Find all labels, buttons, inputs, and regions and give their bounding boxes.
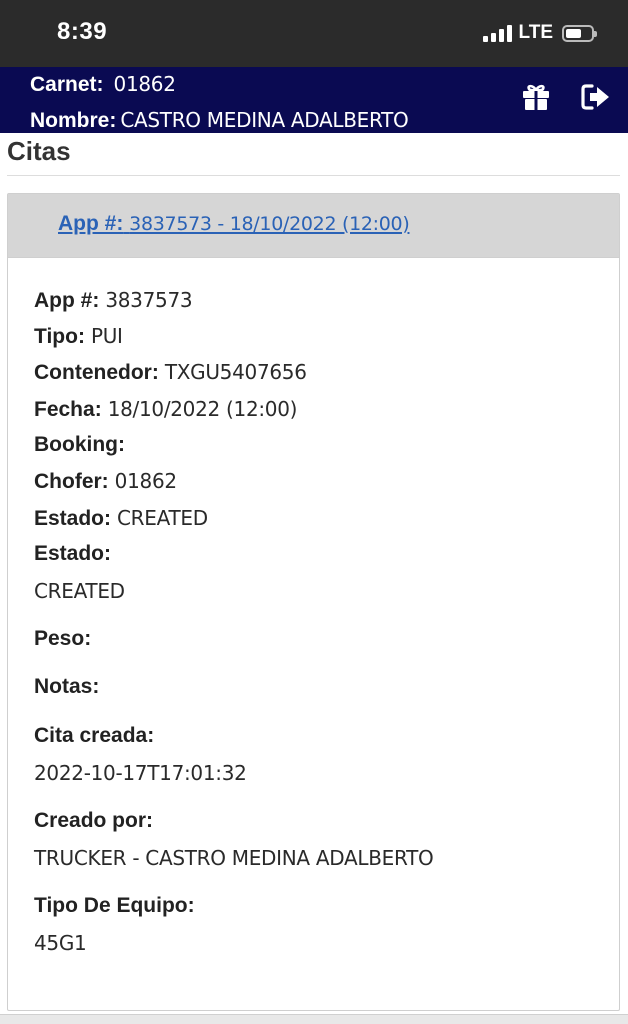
status-indicators: LTE <box>482 22 597 44</box>
field-cita-creada: Cita creada: <box>34 724 154 748</box>
appointment-link-label: App #: <box>58 212 124 235</box>
field-value: PUI <box>90 324 123 348</box>
carnet-label: Carnet: <box>30 73 104 96</box>
field-label: Estado: <box>34 542 112 565</box>
field-label: Contenedor: <box>34 361 159 384</box>
field-estado-2: Estado: <box>34 542 111 566</box>
gift-icon[interactable] <box>520 81 552 113</box>
field-peso: Peso: <box>34 627 91 651</box>
field-label: Cita creada: <box>34 724 155 747</box>
status-bar: 8:39 LTE <box>0 0 628 67</box>
carnet-row: Carnet: 01862 <box>30 72 176 97</box>
field-label: Fecha: <box>34 398 102 421</box>
field-value: 18/10/2022 (12:00) <box>107 397 298 421</box>
field-cita-creada-value: 2022-10-17T17:01:32 <box>34 761 247 785</box>
field-label: Booking: <box>34 433 125 456</box>
field-tipo: Tipo: PUI <box>34 324 123 349</box>
field-chofer: Chofer: 01862 <box>34 469 177 494</box>
field-creado-por: Creado por: <box>34 809 153 833</box>
status-time: 8:39 <box>57 18 108 45</box>
appointment-link[interactable]: App #: 3837573 - 18/10/2022 (12:00) <box>58 212 410 236</box>
nombre-value: CASTRO MEDINA ADALBERTO <box>120 108 409 132</box>
field-fecha: Fecha: 18/10/2022 (12:00) <box>34 397 297 422</box>
field-label: Notas: <box>34 675 100 698</box>
logout-icon[interactable] <box>580 81 612 113</box>
field-value: 3837573 <box>105 288 193 312</box>
field-tipo-equipo: Tipo De Equipo: <box>34 894 195 918</box>
field-label: Peso: <box>34 627 92 650</box>
next-card-edge <box>0 1014 628 1024</box>
field-notas: Notas: <box>34 675 99 699</box>
field-booking: Booking: <box>34 433 125 457</box>
field-value: 01862 <box>114 469 177 493</box>
signal-icon <box>482 24 512 42</box>
appointment-card: App #: 3837573 - 18/10/2022 (12:00) App … <box>7 193 620 1011</box>
nombre-row: Nombre: CASTRO MEDINA ADALBERTO <box>30 108 409 133</box>
field-label: Tipo: <box>34 325 85 348</box>
field-label: Estado: <box>34 507 112 530</box>
field-creado-por-value: TRUCKER - CASTRO MEDINA ADALBERTO <box>34 846 434 870</box>
title-divider <box>7 175 620 176</box>
field-label: Tipo De Equipo: <box>34 894 195 917</box>
field-app: App #: 3837573 <box>34 288 193 313</box>
appointment-card-header: App #: 3837573 - 18/10/2022 (12:00) <box>8 194 619 258</box>
field-tipo-equipo-value: 45G1 <box>34 931 87 955</box>
field-label: App #: <box>34 289 100 312</box>
field-value: TXGU5407656 <box>164 360 307 384</box>
page-title: Citas <box>7 136 71 166</box>
appointment-link-value: 3837573 - 18/10/2022 (12:00) <box>129 213 410 235</box>
field-value: CREATED <box>117 506 208 530</box>
app-header: Carnet: 01862 Nombre: CASTRO MEDINA ADAL… <box>0 67 628 133</box>
battery-icon <box>562 24 597 42</box>
nombre-label: Nombre: <box>30 109 117 132</box>
carnet-value: 01862 <box>113 72 176 96</box>
field-estado: Estado: CREATED <box>34 506 208 531</box>
field-estado-2-value: CREATED <box>34 579 125 603</box>
field-label: Creado por: <box>34 809 154 832</box>
field-contenedor: Contenedor: TXGU5407656 <box>34 360 307 385</box>
field-label: Chofer: <box>34 470 109 493</box>
network-type: LTE <box>518 22 553 43</box>
